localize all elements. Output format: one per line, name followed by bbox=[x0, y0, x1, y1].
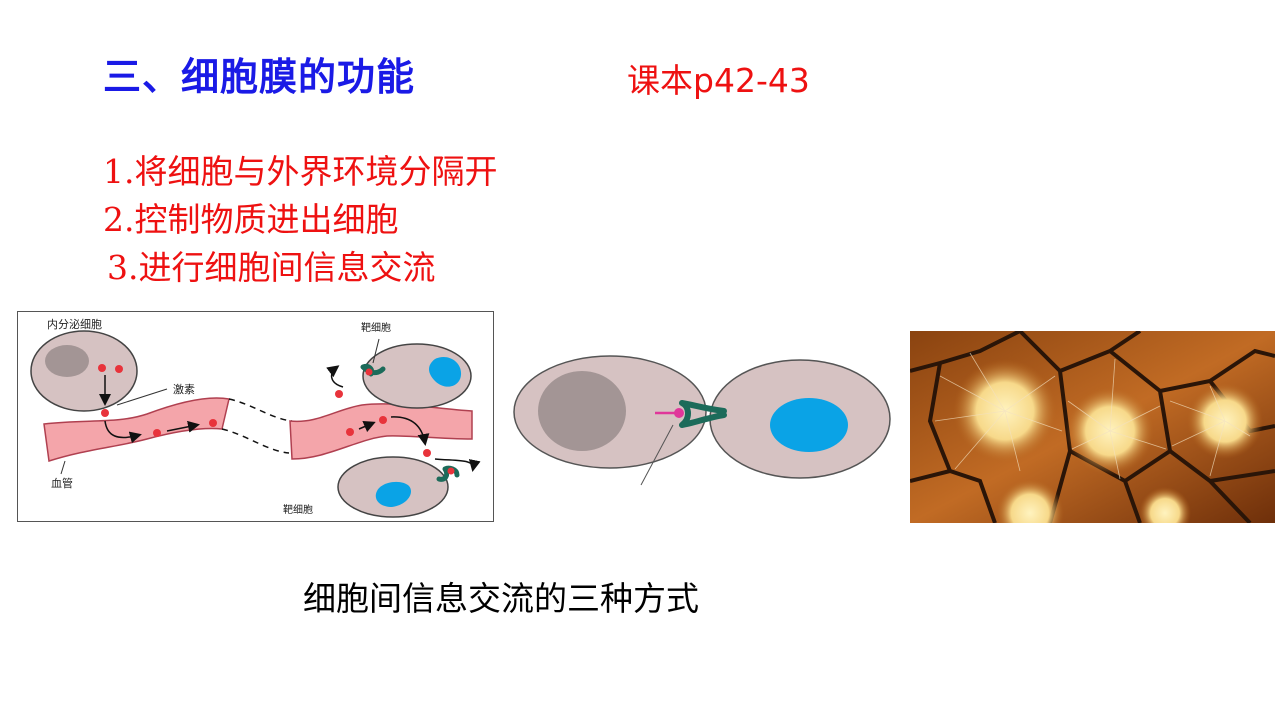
target-nucleus bbox=[770, 398, 848, 452]
hormone-label: 激素 bbox=[173, 382, 195, 396]
target-cell-label-bottom: 靶细胞 bbox=[283, 503, 313, 516]
endocrine-cell-label: 内分泌细胞 bbox=[47, 317, 102, 331]
hormone-dot bbox=[423, 449, 431, 457]
hormone-dot bbox=[153, 429, 161, 437]
function-item-3: 3.进行细胞间信息交流 bbox=[107, 248, 436, 287]
signal-ligand bbox=[674, 408, 684, 418]
hormone-dot bbox=[209, 419, 217, 427]
hormone-dot bbox=[115, 365, 123, 373]
hormone-dot bbox=[379, 416, 387, 424]
cell-contact-figure bbox=[513, 355, 891, 486]
signaling-nucleus bbox=[538, 371, 626, 451]
plasmodesmata-micrograph bbox=[910, 331, 1275, 523]
hormone-dot bbox=[346, 428, 354, 436]
hormone-dot bbox=[365, 368, 373, 376]
figure-caption: 细胞间信息交流的三种方式 bbox=[303, 579, 699, 618]
textbook-reference: 课本p42-43 bbox=[627, 61, 810, 100]
endocrine-nucleus bbox=[45, 345, 89, 377]
hormone-signaling-figure: 内分泌细胞 靶细胞 靶细胞 激素 血管 bbox=[17, 311, 494, 522]
blood-vessel-label: 血管 bbox=[51, 476, 73, 490]
hormone-dot bbox=[447, 467, 455, 475]
hormone-dot bbox=[101, 409, 109, 417]
slide-title: 三、细胞膜的功能 bbox=[103, 55, 416, 99]
hormone-dot bbox=[98, 364, 106, 372]
function-item-1: 1.将细胞与外界环境分隔开 bbox=[103, 152, 498, 191]
function-item-2: 2.控制物质进出细胞 bbox=[103, 200, 399, 239]
hormone-dot bbox=[335, 390, 343, 398]
function-list: 1.将细胞与外界环境分隔开 2.控制物质进出细胞 3.进行细胞间信息交流 bbox=[103, 148, 498, 292]
target-cell-label-top: 靶细胞 bbox=[361, 321, 391, 334]
